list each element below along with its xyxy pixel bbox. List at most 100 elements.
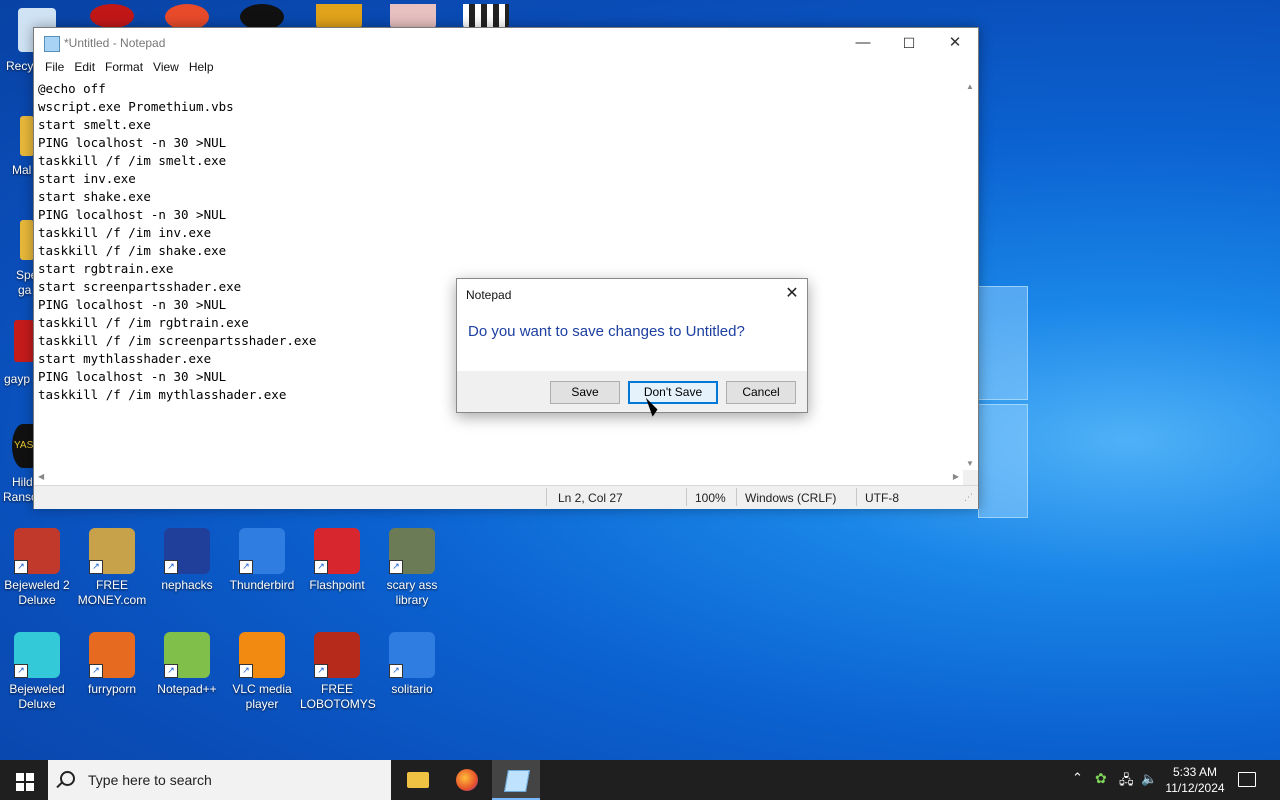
desktop-icon-label: FREE LOBOTOMYS: [300, 682, 376, 711]
desktop-icon-label: Bejeweled Deluxe: [9, 682, 65, 711]
partial-label-recycle: Recy: [6, 59, 34, 73]
shortcut-arrow-icon: ↗: [89, 560, 103, 574]
wallpaper-logo: [978, 280, 1028, 520]
desktop-icon-label: Thunderbird: [229, 578, 295, 592]
status-line-ending: Windows (CRLF): [745, 491, 837, 505]
scroll-right-icon[interactable]: ▶: [953, 472, 959, 481]
desktop-icon-label: Flashpoint: [309, 578, 365, 592]
taskbar-search[interactable]: Type here to search: [48, 760, 391, 800]
dialog-title: Notepad: [466, 288, 512, 302]
close-button[interactable]: ✕: [932, 28, 978, 58]
shortcut-arrow-icon: ↗: [389, 664, 403, 678]
network-icon[interactable]: 🖧: [1119, 771, 1134, 793]
notepad-icon-taskbar: [504, 770, 530, 792]
desktop-icon-label: VLC media player: [232, 682, 292, 711]
file-explorer-taskbar[interactable]: [394, 760, 442, 800]
desktop-icon-money-bag[interactable]: ↗ FREE MONEY.com: [75, 528, 149, 608]
menu-file[interactable]: File: [40, 58, 69, 77]
pdf-icon[interactable]: [14, 320, 34, 362]
desktop-icon-notepadpp[interactable]: ↗ Notepad++: [150, 632, 224, 697]
vertical-scrollbar[interactable]: ▲ ▼: [963, 77, 978, 470]
shortcut-arrow-icon: ↗: [239, 664, 253, 678]
dialog-close-icon[interactable]: ✕: [777, 279, 807, 309]
notepadpp-icon: ↗: [164, 632, 210, 678]
shortcut-arrow-icon: ↗: [314, 664, 328, 678]
flashpoint-icon: ↗: [314, 528, 360, 574]
menu-view[interactable]: View: [148, 58, 184, 77]
desktop-icon-top-1[interactable]: [90, 4, 134, 28]
desktop-icon-label: Bejeweled 2 Deluxe: [4, 578, 70, 607]
desktop-icon-firefox[interactable]: ↗ furryporn: [75, 632, 149, 697]
money-bag-icon: ↗: [89, 528, 135, 574]
notepad-taskbar[interactable]: [492, 760, 540, 800]
minimize-button[interactable]: —: [840, 28, 886, 58]
shortcut-arrow-icon: ↗: [389, 560, 403, 574]
notepad-titlebar[interactable]: *Untitled - Notepad — ☐ ✕: [34, 28, 978, 58]
tray-expand-icon[interactable]: ⌃: [1072, 770, 1083, 786]
dialog-footer: Save Don't Save Cancel: [457, 371, 807, 412]
thunderbird-icon: ↗: [239, 528, 285, 574]
shortcut-arrow-icon: ↗: [14, 560, 28, 574]
menu-edit[interactable]: Edit: [69, 58, 100, 77]
notepad-icon: [44, 36, 60, 52]
partial-label-ga: ga: [18, 283, 32, 297]
desktop-icon-thunderbird[interactable]: ↗ Thunderbird: [225, 528, 299, 593]
desktop-icon-flashpoint[interactable]: ↗ Flashpoint: [300, 528, 374, 593]
notepad-window[interactable]: *Untitled - Notepad — ☐ ✕ File Edit Format…: [33, 27, 979, 509]
horizontal-scrollbar[interactable]: ◀ ▶: [34, 470, 963, 485]
shortcut-arrow-icon: ↗: [89, 664, 103, 678]
desktop-icon-bejeweled[interactable]: ↗ Bejeweled Deluxe: [0, 632, 74, 712]
mpi-icon: ↗: [164, 528, 210, 574]
desktop-icon-bejeweled2[interactable]: ↗ Bejeweled 2 Deluxe: [0, 528, 74, 608]
partial-label-yas: YAS: [14, 440, 34, 451]
taskbar-clock[interactable]: 5:33 AM 11/12/2024: [1158, 764, 1232, 796]
firefox-icon-taskbar: [456, 769, 478, 791]
search-placeholder: Type here to search: [88, 772, 212, 788]
desktop-icon-label: furryporn: [87, 682, 137, 696]
status-zoom: 100%: [695, 491, 726, 505]
folder-icon-taskbar: [407, 772, 429, 788]
bejeweled-icon: ↗: [14, 632, 60, 678]
shortcut-arrow-icon: ↗: [314, 560, 328, 574]
desktop-icon-mpi[interactable]: ↗ nephacks: [150, 528, 224, 593]
dont-save-button[interactable]: Don't Save: [628, 381, 718, 404]
desktop-icon-lobotomy[interactable]: ↗ FREE LOBOTOMYS: [300, 632, 376, 712]
window-title: *Untitled - Notepad: [64, 36, 166, 50]
scroll-up-icon[interactable]: ▲: [966, 82, 974, 91]
windows-logo-icon: [16, 773, 24, 781]
tray-app-icon[interactable]: ✿: [1095, 770, 1107, 787]
folder-icon[interactable]: [20, 116, 34, 156]
bejeweled2-icon: ↗: [14, 528, 60, 574]
menu-help[interactable]: Help: [184, 58, 219, 77]
search-icon: [60, 771, 75, 786]
notification-icon[interactable]: [1238, 772, 1256, 787]
solitaire-icon: ↗: [389, 632, 435, 678]
shortcut-arrow-icon: ↗: [14, 664, 28, 678]
partial-label-hild: Hild: [12, 475, 33, 489]
start-button[interactable]: [0, 760, 48, 800]
save-button[interactable]: Save: [550, 381, 620, 404]
maximize-button[interactable]: ☐: [886, 28, 932, 58]
desktop-icon-solitaire[interactable]: ↗ solitario: [375, 632, 449, 697]
desktop-icon-label: Notepad++: [157, 682, 217, 696]
volume-icon[interactable]: 🔈: [1141, 771, 1157, 787]
save-changes-dialog[interactable]: Notepad ✕ Do you want to save changes to…: [456, 278, 808, 413]
firefox-taskbar[interactable]: [443, 760, 491, 800]
scroll-down-icon[interactable]: ▼: [966, 459, 974, 468]
taskbar: Type here to search ⌃ ✿ 🖧 🔈 5:33 AM 11/1…: [0, 760, 1280, 800]
firefox-icon: ↗: [89, 632, 135, 678]
status-bar: Ln 2, Col 27 100% Windows (CRLF) UTF-8 ⋰: [34, 485, 978, 509]
cancel-button[interactable]: Cancel: [726, 381, 796, 404]
shortcut-arrow-icon: ↗: [164, 560, 178, 574]
scroll-left-icon[interactable]: ◀: [38, 472, 44, 481]
dialog-message: Do you want to save changes to Untitled?: [468, 323, 745, 340]
clock-date: 11/12/2024: [1165, 781, 1225, 795]
desktop-icon-label: scary ass library: [386, 578, 438, 607]
folder-icon-2[interactable]: [20, 220, 34, 260]
menu-format[interactable]: Format: [100, 58, 148, 77]
desktop-icon-library[interactable]: ↗ scary ass library: [375, 528, 449, 608]
status-position: Ln 2, Col 27: [558, 491, 623, 505]
resize-grip-icon[interactable]: ⋰: [964, 492, 973, 503]
desktop-icon-vlc[interactable]: ↗ VLC media player: [225, 632, 299, 712]
scrollbar-corner: [963, 470, 978, 485]
